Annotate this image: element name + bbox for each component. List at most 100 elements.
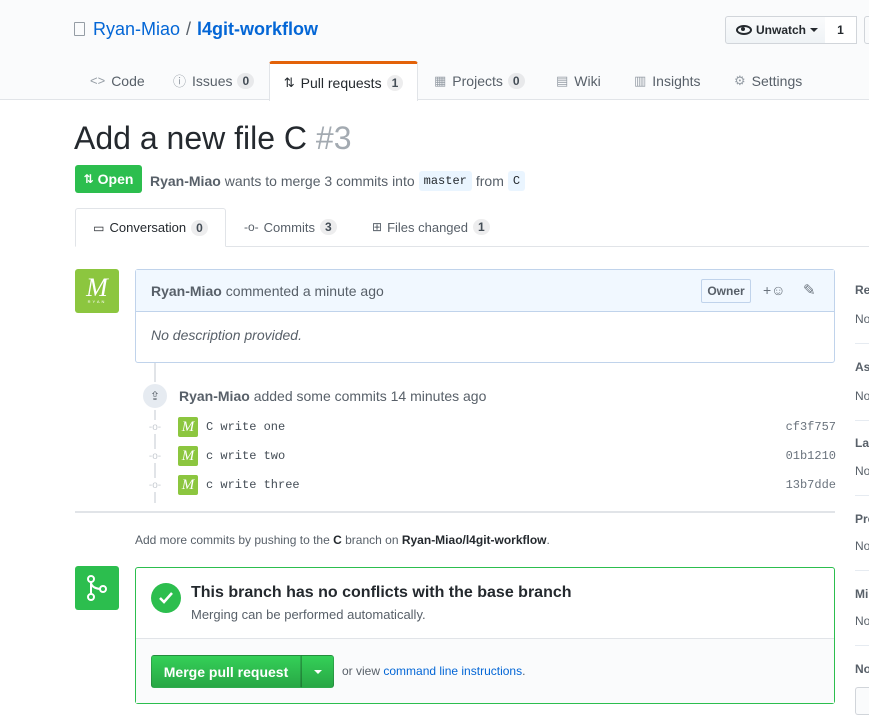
tab-files-changed[interactable]: ⊞ Files changed 1 [372,208,490,246]
tab-files-changed-label: Files changed [387,219,469,235]
commit-message-link[interactable]: C write one [206,420,285,434]
issue-icon: ⓘ [173,74,187,89]
repo-book-icon [74,22,85,36]
repo-owner-link[interactable]: Ryan-Miao [93,18,180,40]
comment-header: Ryan-Miao commented a minute ago Owner +… [136,270,834,312]
unwatch-button[interactable]: Unwatch [725,16,826,44]
repo-push-icon: ⇪ [141,382,169,410]
tab-insights[interactable]: ▥ Insights [634,61,701,100]
tab-projects-label: Projects [452,72,503,89]
sidebar-labels-heading[interactable]: La [855,436,869,450]
sidebar-divider [855,420,869,421]
commit-icon: -o- [244,220,259,234]
avatar[interactable]: M [178,417,198,437]
sidebar-labels-value: No [855,464,869,478]
chevron-down-icon [810,28,819,32]
repo-separator: / [186,19,192,39]
tab-pull-requests[interactable]: ⇅ Pull requests 1 [269,61,418,101]
commit-sha-link[interactable]: 13b7dde [786,478,836,492]
commit-sha-link[interactable]: 01b1210 [786,449,836,463]
command-line-instructions-link[interactable]: command line instructions [383,664,522,678]
repo-name-link[interactable]: l4git-workflow [197,18,318,40]
head-branch[interactable]: C [507,171,526,191]
hint-middle: branch on [345,533,399,547]
git-merge-icon [75,566,119,610]
avatar-letter: M [86,273,108,302]
commit-sha-link[interactable]: cf3f757 [786,420,836,434]
comment-box: Ryan-Miao commented a minute ago Owner +… [135,269,835,363]
sidebar-divider [855,343,869,344]
tab-commits[interactable]: -o- Commits 3 [244,208,337,246]
pencil-icon[interactable]: ✎ [803,281,816,299]
subscribe-button[interactable] [855,687,869,715]
merge-method-dropdown[interactable] [301,655,334,688]
add-reaction-icon[interactable]: +☺ [763,282,785,298]
commits-counter: 3 [319,219,337,235]
sidebar-divider [855,495,869,496]
merge-box: This branch has no conflicts with the ba… [135,567,835,704]
tab-wiki-label: Wiki [574,72,601,89]
watch-count[interactable]: 1 [825,16,857,44]
book-icon: ▤ [556,72,569,88]
tab-code[interactable]: <> Code [90,61,145,100]
sidebar-notifications-heading: No [855,662,869,676]
push-event: Ryan-Miao added some commits 14 minutes … [179,388,486,404]
pr-title-text: Add a new file C [74,120,308,156]
projects-counter: 0 [507,72,525,89]
pr-meta: Ryan-Miao wants to merge 3 commits into … [150,171,529,191]
list-item: -o- M C write one cf3f757 [148,415,836,439]
avatar[interactable]: M RYAN [75,269,119,313]
files-changed-counter: 1 [473,219,490,235]
tab-settings[interactable]: ⚙ Settings [734,61,802,100]
sidebar-projects-value: No [855,539,869,553]
eye-icon [736,25,752,35]
tab-issues-label: Issues [192,72,233,89]
tab-issues[interactable]: ⓘ Issues 0 [173,61,255,100]
tab-commits-label: Commits [263,219,315,235]
push-hint: Add more commits by pushing to the C bra… [135,533,550,547]
pr-meta-text: wants to merge 3 commits into [224,173,415,189]
commit-message-link[interactable]: c write three [206,478,300,492]
comment-author-link[interactable]: Ryan-Miao [151,283,222,299]
pr-author-link[interactable]: Ryan-Miao [150,173,221,189]
sidebar-reviewers-value: No [855,312,869,326]
commit-message-link[interactable]: c write two [206,449,285,463]
code-icon: <> [90,73,106,88]
sidebar-assignees-value: No [855,389,869,403]
avatar[interactable]: M [178,475,198,495]
sidebar-projects-heading[interactable]: Pro [855,512,869,526]
comment-action: commented a minute ago [225,282,384,299]
gear-icon: ⚙ [734,72,746,88]
sidebar-milestone-heading[interactable]: Mi [855,587,869,601]
merge-status-subtitle: Merging can be performed automatically. [191,607,426,622]
sidebar-assignees-heading[interactable]: As [855,360,869,374]
merge-pull-request-button[interactable]: Merge pull request [151,655,301,688]
timeline-divider [75,511,835,513]
repo-title: Ryan-Miao / l4git-workflow [74,18,318,40]
avatar-caption: RYAN [87,299,107,304]
hint-suffix: . [546,533,550,547]
alt-prefix: or view [342,664,381,678]
base-branch[interactable]: master [418,171,472,191]
tab-wiki[interactable]: ▤ Wiki [556,61,601,100]
tab-conversation[interactable]: ▭ Conversation 0 [75,208,226,247]
merge-actions: Merge pull request or view command line … [136,638,834,703]
hint-branch: C [333,533,342,547]
commit-icon: -o- [148,420,162,434]
tab-projects[interactable]: ▦ Projects 0 [434,61,525,100]
project-icon: ▦ [434,72,447,88]
sidebar-divider [855,645,869,646]
pr-from-text: from [475,173,504,189]
status-label: Open [97,171,134,187]
star-button[interactable] [864,16,869,44]
sidebar-milestone-value: No [855,614,869,628]
push-author-link[interactable]: Ryan-Miao [179,388,250,404]
hint-repo: Ryan-Miao/l4git-workflow [401,533,547,547]
status-badge: ⇅ Open [75,165,142,193]
list-item: -o- M c write three 13b7dde [148,473,836,497]
command-line-hint: or view command line instructions. [342,664,525,678]
avatar[interactable]: M [178,446,198,466]
sidebar-reviewers-heading[interactable]: Re [855,283,869,297]
owner-badge: Owner [701,279,751,303]
graph-icon: ▥ [634,72,647,88]
